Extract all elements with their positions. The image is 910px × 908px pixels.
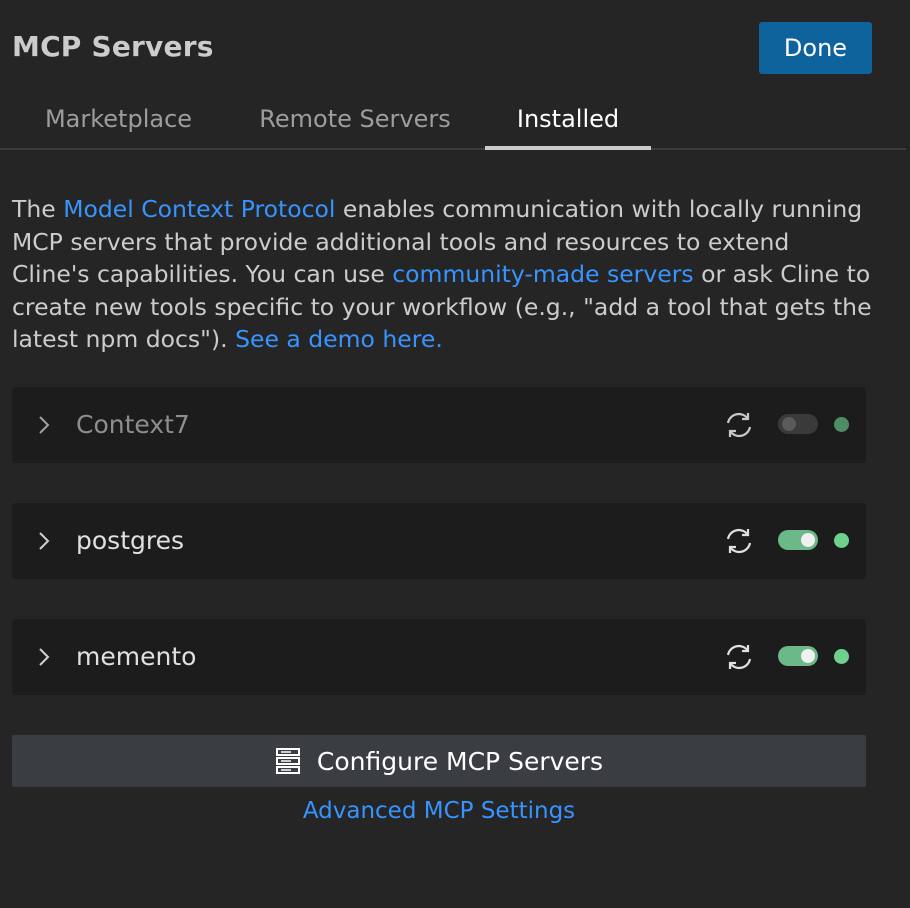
toggle-knob (801, 649, 815, 663)
status-dot (834, 649, 849, 664)
chevron-right-icon[interactable] (34, 645, 54, 669)
server-row-context7[interactable]: Context7 (12, 387, 866, 463)
server-toggle[interactable] (778, 414, 818, 434)
page-title: MCP Servers (12, 30, 214, 63)
configure-label: Configure MCP Servers (316, 746, 604, 776)
demo-link[interactable]: See a demo here. (235, 325, 443, 353)
tab-installed[interactable]: Installed (485, 90, 651, 150)
refresh-icon[interactable] (721, 409, 757, 441)
tab-remote-servers[interactable]: Remote Servers (232, 90, 478, 148)
server-row-memento[interactable]: memento (12, 619, 866, 695)
description: The Model Context Protocol enables commu… (12, 193, 872, 356)
advanced-mcp-settings-link[interactable]: Advanced MCP Settings (0, 798, 878, 824)
status-dot (834, 417, 849, 432)
server-toggle[interactable] (778, 530, 818, 550)
community-servers-link[interactable]: community-made servers (392, 260, 693, 288)
done-button[interactable]: Done (759, 22, 872, 74)
chevron-right-icon[interactable] (34, 529, 54, 553)
tab-bar: Marketplace Remote Servers Installed (0, 90, 906, 150)
server-name: Context7 (76, 410, 190, 439)
server-row-postgres[interactable]: postgres (12, 503, 866, 579)
refresh-icon[interactable] (721, 525, 757, 557)
server-name: postgres (76, 526, 184, 555)
server-icon (275, 748, 300, 774)
status-dot (834, 533, 849, 548)
server-toggle[interactable] (778, 646, 818, 666)
description-text: The (12, 195, 64, 223)
tab-marketplace[interactable]: Marketplace (12, 90, 225, 148)
configure-mcp-servers-button[interactable]: Configure MCP Servers (12, 735, 866, 787)
server-name: memento (76, 642, 197, 671)
toggle-knob (801, 533, 815, 547)
refresh-icon[interactable] (721, 641, 757, 673)
header: MCP Servers Done (0, 0, 910, 96)
chevron-right-icon[interactable] (34, 413, 54, 437)
model-context-protocol-link[interactable]: Model Context Protocol (63, 195, 335, 223)
toggle-knob (782, 417, 796, 431)
